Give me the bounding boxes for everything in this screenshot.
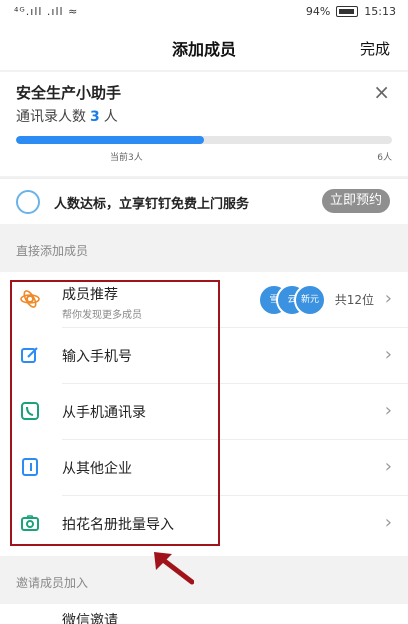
battery-percent: 94% (305, 5, 331, 18)
clock: 15:13 (364, 5, 396, 18)
battery-icon (336, 6, 359, 17)
member-count: 通讯录人数 3 人 (16, 106, 118, 126)
promo-text: 人数达标，立享钉钉免费上门服务 (54, 197, 250, 212)
progress-bar (16, 136, 392, 144)
chevron-right-icon: › (384, 456, 392, 477)
progress-max-label: 6人 (377, 153, 392, 163)
annotation-arrow-icon (154, 552, 194, 585)
section-invite: 邀请成员加入 (16, 576, 89, 590)
status-right: 94% 15:13 (306, 5, 396, 18)
section-direct-add: 直接添加成员 (16, 244, 89, 258)
highlight-box (10, 280, 220, 546)
status-bar: ⁴ᴳ.ıll .ıll ≈ 94% 15:13 (0, 0, 408, 26)
progress-fill (16, 136, 204, 144)
screen: ⁴ᴳ.ıll .ıll ≈ 94% 15:13 添加成员 完成 安全生产小助手 … (0, 0, 408, 624)
recommend-count: 共12位 (334, 293, 374, 307)
signal-indicators: ⁴ᴳ.ıll .ıll ≈ (14, 5, 79, 18)
assistant-card: 安全生产小助手 × 通讯录人数 3 人 当前3人 6人 (0, 72, 408, 176)
count-value: 3 (90, 109, 100, 125)
close-icon[interactable]: × (373, 80, 390, 104)
chevron-right-icon: › (384, 344, 392, 365)
chevron-right-icon: › (384, 288, 392, 309)
nav-bar: 添加成员 完成 (0, 26, 408, 70)
chevron-right-icon: › (384, 400, 392, 421)
service-icon (16, 190, 40, 214)
chevron-right-icon: › (384, 512, 392, 533)
count-suffix: 人 (103, 109, 118, 125)
done-button[interactable]: 完成 (360, 38, 390, 59)
promo-banner: 人数达标，立享钉钉免费上门服务 立即预约 (0, 178, 408, 224)
assistant-title: 安全生产小助手 (16, 84, 122, 102)
progress-current-label: 当前3人 (110, 153, 143, 163)
avatar: 新元 (294, 284, 326, 316)
count-prefix: 通讯录人数 (16, 109, 86, 125)
page-title: 添加成员 (171, 40, 236, 59)
invite-list: 微信邀请 (0, 604, 408, 624)
wechat-invite-label[interactable]: 微信邀请 (62, 610, 118, 624)
book-now-button[interactable]: 立即预约 (321, 189, 390, 213)
